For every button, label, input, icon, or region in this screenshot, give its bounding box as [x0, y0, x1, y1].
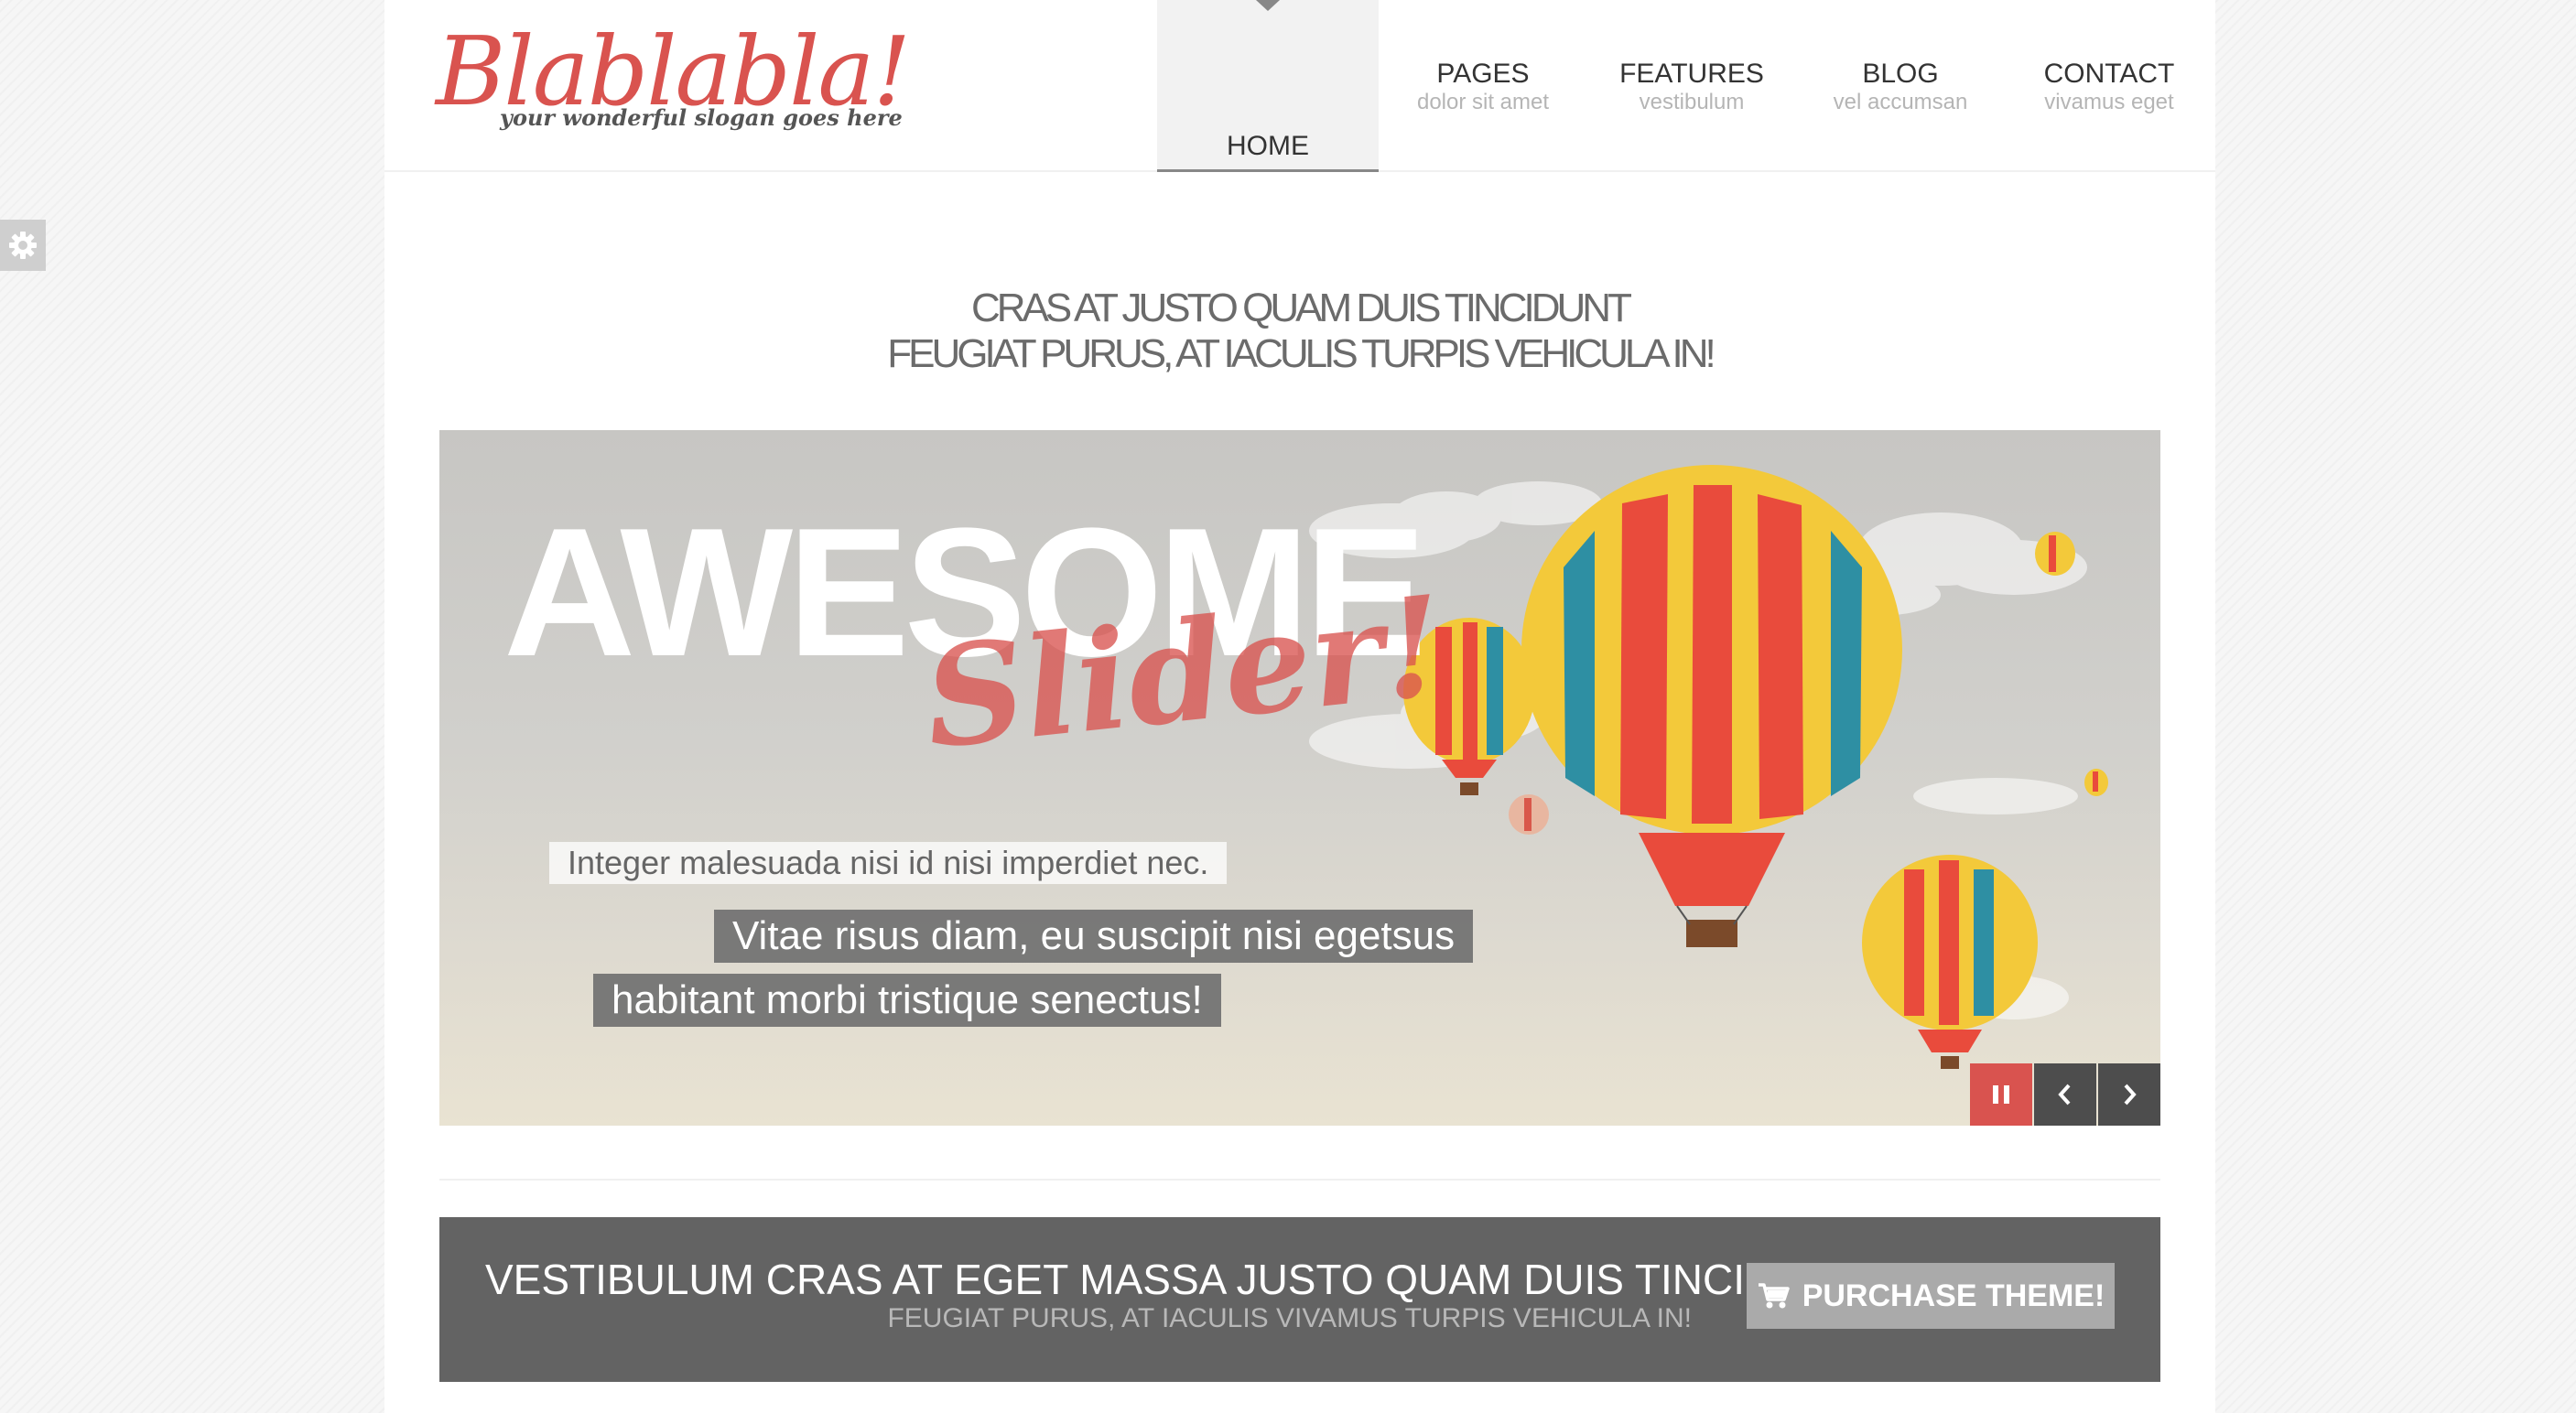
banner-title: VESTIBULUM CRAS AT EGET MASSA JUSTO QUAM… [485, 1256, 1862, 1303]
chevron-left-icon [2058, 1084, 2071, 1106]
nav-item-pages[interactable]: PAGES dolor sit amet [1379, 0, 1587, 172]
nav-item-home[interactable]: HOME [1157, 0, 1379, 172]
promo-banner: VESTIBULUM CRAS AT EGET MASSA JUSTO QUAM… [439, 1217, 2160, 1382]
slider-caption-1: Integer malesuada nisi id nisi imperdiet… [549, 842, 1228, 884]
purchase-button-label: PURCHASE THEME! [1802, 1278, 2105, 1313]
banner-subtitle: FEUGIAT PURUS, AT IACULIS VIVAMUS TURPIS… [887, 1303, 1692, 1333]
headline-line-2: FEUGIAT PURUS, AT IACULIS TURPIS VEHICUL… [887, 331, 1716, 376]
gear-icon [9, 232, 37, 259]
cart-icon [1758, 1283, 1790, 1309]
purchase-theme-button[interactable]: PURCHASE THEME! [1747, 1263, 2115, 1329]
nav-sublabel: dolor sit amet [1416, 90, 1550, 114]
site-header: Blablabla! your wonderful slogan goes he… [384, 0, 2215, 172]
nav-item-features[interactable]: FEATURES vestibulum [1587, 0, 1796, 172]
balloon-small [1862, 855, 2038, 1069]
nav-sublabel: vestibulum [1639, 90, 1745, 114]
nav-label: FEATURES [1619, 59, 1764, 89]
nav-label: BLOG [1862, 59, 1939, 89]
slider-pause-button[interactable] [1970, 1063, 2032, 1126]
page-container: Blablabla! your wonderful slogan goes he… [384, 0, 2215, 1413]
balloon-large [1521, 465, 1902, 947]
section-divider [439, 1179, 2160, 1181]
nav-label: CONTACT [2043, 59, 2175, 89]
main-nav: HOME PAGES dolor sit amet FEATURES vesti… [1157, 0, 2213, 172]
nav-item-contact[interactable]: CONTACT vivamus eget [2005, 0, 2213, 172]
settings-toggle[interactable] [0, 220, 46, 271]
slider-next-button[interactable] [2098, 1063, 2160, 1126]
nav-label: PAGES [1436, 59, 1530, 89]
nav-sublabel: vel accumsan [1833, 90, 1968, 114]
logo-slogan: your wonderful slogan goes here [500, 104, 903, 131]
slider-caption-3: habitant morbi tristique senectus! [593, 974, 1221, 1027]
headline-line-1: CRAS AT JUSTO QUAM DUIS TINCIDUNT [971, 286, 1632, 330]
logo[interactable]: Blablabla! your wonderful slogan goes he… [436, 24, 911, 143]
image-slider: AWESOME Slider! Integer malesuada nisi i… [439, 430, 2160, 1126]
page-headline: CRAS AT JUSTO QUAM DUIS TINCIDUNT FEUGIA… [384, 286, 2215, 377]
caret-down-icon [1256, 0, 1280, 11]
nav-item-blog[interactable]: BLOG vel accumsan [1796, 0, 2005, 172]
pause-icon [1993, 1085, 2009, 1104]
nav-sublabel: vivamus eget [2044, 90, 2174, 114]
chevron-right-icon [2124, 1084, 2137, 1106]
nav-label: HOME [1227, 131, 1309, 161]
slider-prev-button[interactable] [2034, 1063, 2096, 1126]
slider-caption-2: Vitae risus diam, eu suscipit nisi egets… [714, 910, 1474, 963]
